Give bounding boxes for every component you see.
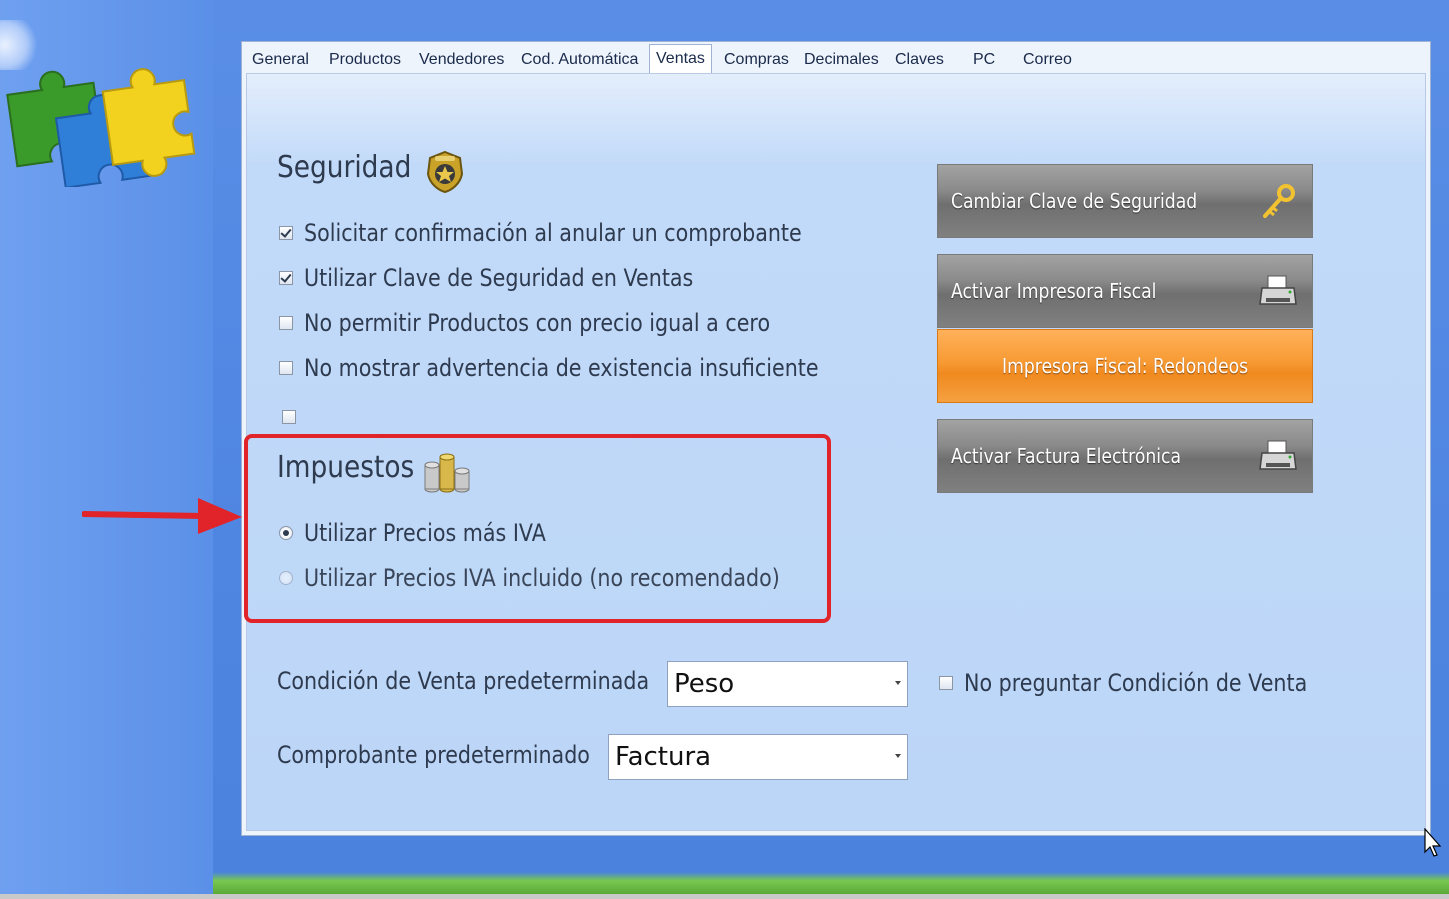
police-badge-icon xyxy=(426,150,464,194)
opt-confirmar-anular[interactable]: Solicitar confirmación al anular un comp… xyxy=(279,218,883,248)
checkbox[interactable] xyxy=(279,316,293,330)
tab-vendedores[interactable]: Vendedores xyxy=(419,48,504,72)
puzzle-logo-icon xyxy=(6,68,196,187)
checkbox[interactable] xyxy=(939,676,953,690)
tab-pc[interactable]: PC xyxy=(973,48,995,72)
redondeos-button[interactable]: Impresora Fiscal: Redondeos xyxy=(937,329,1313,403)
option-label: No permitir Productos con precio igual a… xyxy=(304,309,771,337)
highlight-box xyxy=(244,434,831,623)
tab-decimales[interactable]: Decimales xyxy=(804,48,879,72)
tab-correo[interactable]: Correo xyxy=(1023,48,1072,72)
checkbox[interactable] xyxy=(279,226,293,240)
tab-cod-automatica[interactable]: Cod. Automática xyxy=(521,48,638,72)
option-label: Utilizar Clave de Seguridad en Ventas xyxy=(304,264,694,292)
activar-factura-electronica-button[interactable]: Activar Factura Electrónica xyxy=(937,419,1313,493)
tab-productos[interactable]: Productos xyxy=(329,48,401,72)
opt-precio-cero[interactable]: No permitir Productos con precio igual a… xyxy=(279,308,846,338)
option-label: No preguntar Condición de Venta xyxy=(964,669,1308,697)
dropdown-arrow-icon xyxy=(895,681,901,685)
grass-decoration xyxy=(213,872,1449,894)
printer-icon xyxy=(1259,275,1297,305)
cambiar-clave-button[interactable]: Cambiar Clave de Seguridad xyxy=(937,164,1313,238)
option-label: Solicitar confirmación al anular un comp… xyxy=(304,219,802,247)
activar-impresora-fiscal-button[interactable]: Activar Impresora Fiscal xyxy=(937,254,1313,328)
window-bottom-edge xyxy=(0,894,1449,899)
printer-icon xyxy=(1259,440,1297,470)
opt-unlabeled[interactable] xyxy=(282,402,307,432)
checkbox[interactable] xyxy=(282,410,296,424)
dropdown-arrow-icon xyxy=(895,754,901,758)
opt-no-preguntar-condicion[interactable]: No preguntar Condición de Venta xyxy=(939,668,1363,698)
opt-clave-seguridad[interactable]: Utilizar Clave de Seguridad en Ventas xyxy=(279,263,757,293)
tab-compras[interactable]: Compras xyxy=(724,48,789,72)
comprobante-label: Comprobante predeterminado xyxy=(277,741,590,769)
opt-existencia-insuficiente[interactable]: No mostrar advertencia de existencia ins… xyxy=(279,353,902,383)
red-arrow-icon xyxy=(82,498,242,534)
mouse-cursor-icon xyxy=(1424,828,1442,857)
checkbox[interactable] xyxy=(279,271,293,285)
key-icon xyxy=(1263,184,1295,218)
seguridad-title: Seguridad xyxy=(277,150,412,185)
comprobante-select[interactable]: Factura xyxy=(608,734,908,780)
condicion-venta-label: Condición de Venta predeterminada xyxy=(277,667,650,695)
tab-claves[interactable]: Claves xyxy=(895,48,944,72)
checkbox[interactable] xyxy=(279,361,293,375)
condicion-venta-select[interactable]: Peso xyxy=(667,661,908,707)
option-label: No mostrar advertencia de existencia ins… xyxy=(304,354,819,382)
tab-ventas[interactable]: Ventas xyxy=(649,44,712,75)
tab-general[interactable]: General xyxy=(252,48,309,72)
